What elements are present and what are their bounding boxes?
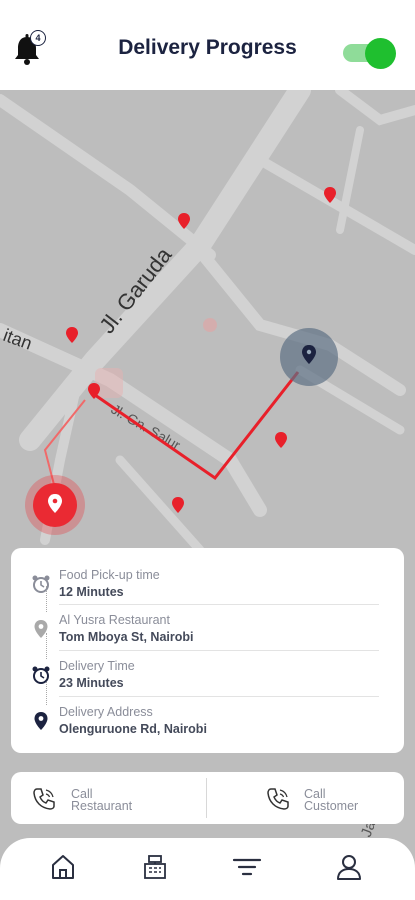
filter-icon[interactable] [232, 852, 262, 882]
location-pin-icon [34, 712, 48, 730]
delivery-time-label: Delivery Time [59, 659, 135, 673]
destination-marker[interactable] [25, 475, 85, 535]
pickup-time-value: 12 Minutes [59, 585, 124, 599]
restaurant-name: Al Yusra Restaurant [59, 613, 170, 627]
alarm-clock-icon [32, 575, 50, 593]
call-customer-line2: Customer [304, 799, 359, 813]
alarm-clock-icon [32, 666, 50, 684]
call-customer-button[interactable]: Call Customer [208, 772, 404, 824]
divider [59, 604, 379, 605]
call-customer-label: Call Customer [304, 788, 414, 813]
pickup-time-label: Food Pick-up time [59, 568, 160, 582]
header: 4 Delivery Progress [0, 0, 415, 90]
courier-marker [280, 328, 338, 386]
phone-icon [33, 788, 55, 810]
delivery-time-value: 23 Minutes [59, 676, 124, 690]
restaurant-address: Tom Mboya St, Nairobi [59, 630, 194, 644]
cash-register-icon[interactable] [140, 852, 170, 882]
toggle-knob [365, 38, 396, 69]
pickup-time-row: Food Pick-up time 12 Minutes [11, 568, 404, 612]
phone-icon [267, 788, 289, 810]
call-divider [206, 778, 207, 818]
divider [59, 696, 379, 697]
call-restaurant-line2: Restaurant [71, 799, 133, 813]
delivery-address-row: Delivery Address Olenguruone Rd, Nairobi [11, 705, 404, 749]
delivery-details-card: Food Pick-up time 12 Minutes Al Yusra Re… [11, 548, 404, 753]
bottom-navigation [0, 838, 415, 900]
call-actions: Call Restaurant Call Customer [11, 772, 404, 824]
profile-icon[interactable] [334, 852, 364, 882]
call-restaurant-button[interactable]: Call Restaurant [11, 772, 207, 824]
home-icon[interactable] [48, 852, 78, 882]
delivery-address-label: Delivery Address [59, 705, 153, 719]
call-restaurant-label: Call Restaurant [71, 788, 181, 813]
status-toggle[interactable] [343, 38, 399, 69]
location-pin-icon [34, 620, 48, 638]
divider [59, 650, 379, 651]
delivery-address-value: Olenguruone Rd, Nairobi [59, 722, 207, 736]
